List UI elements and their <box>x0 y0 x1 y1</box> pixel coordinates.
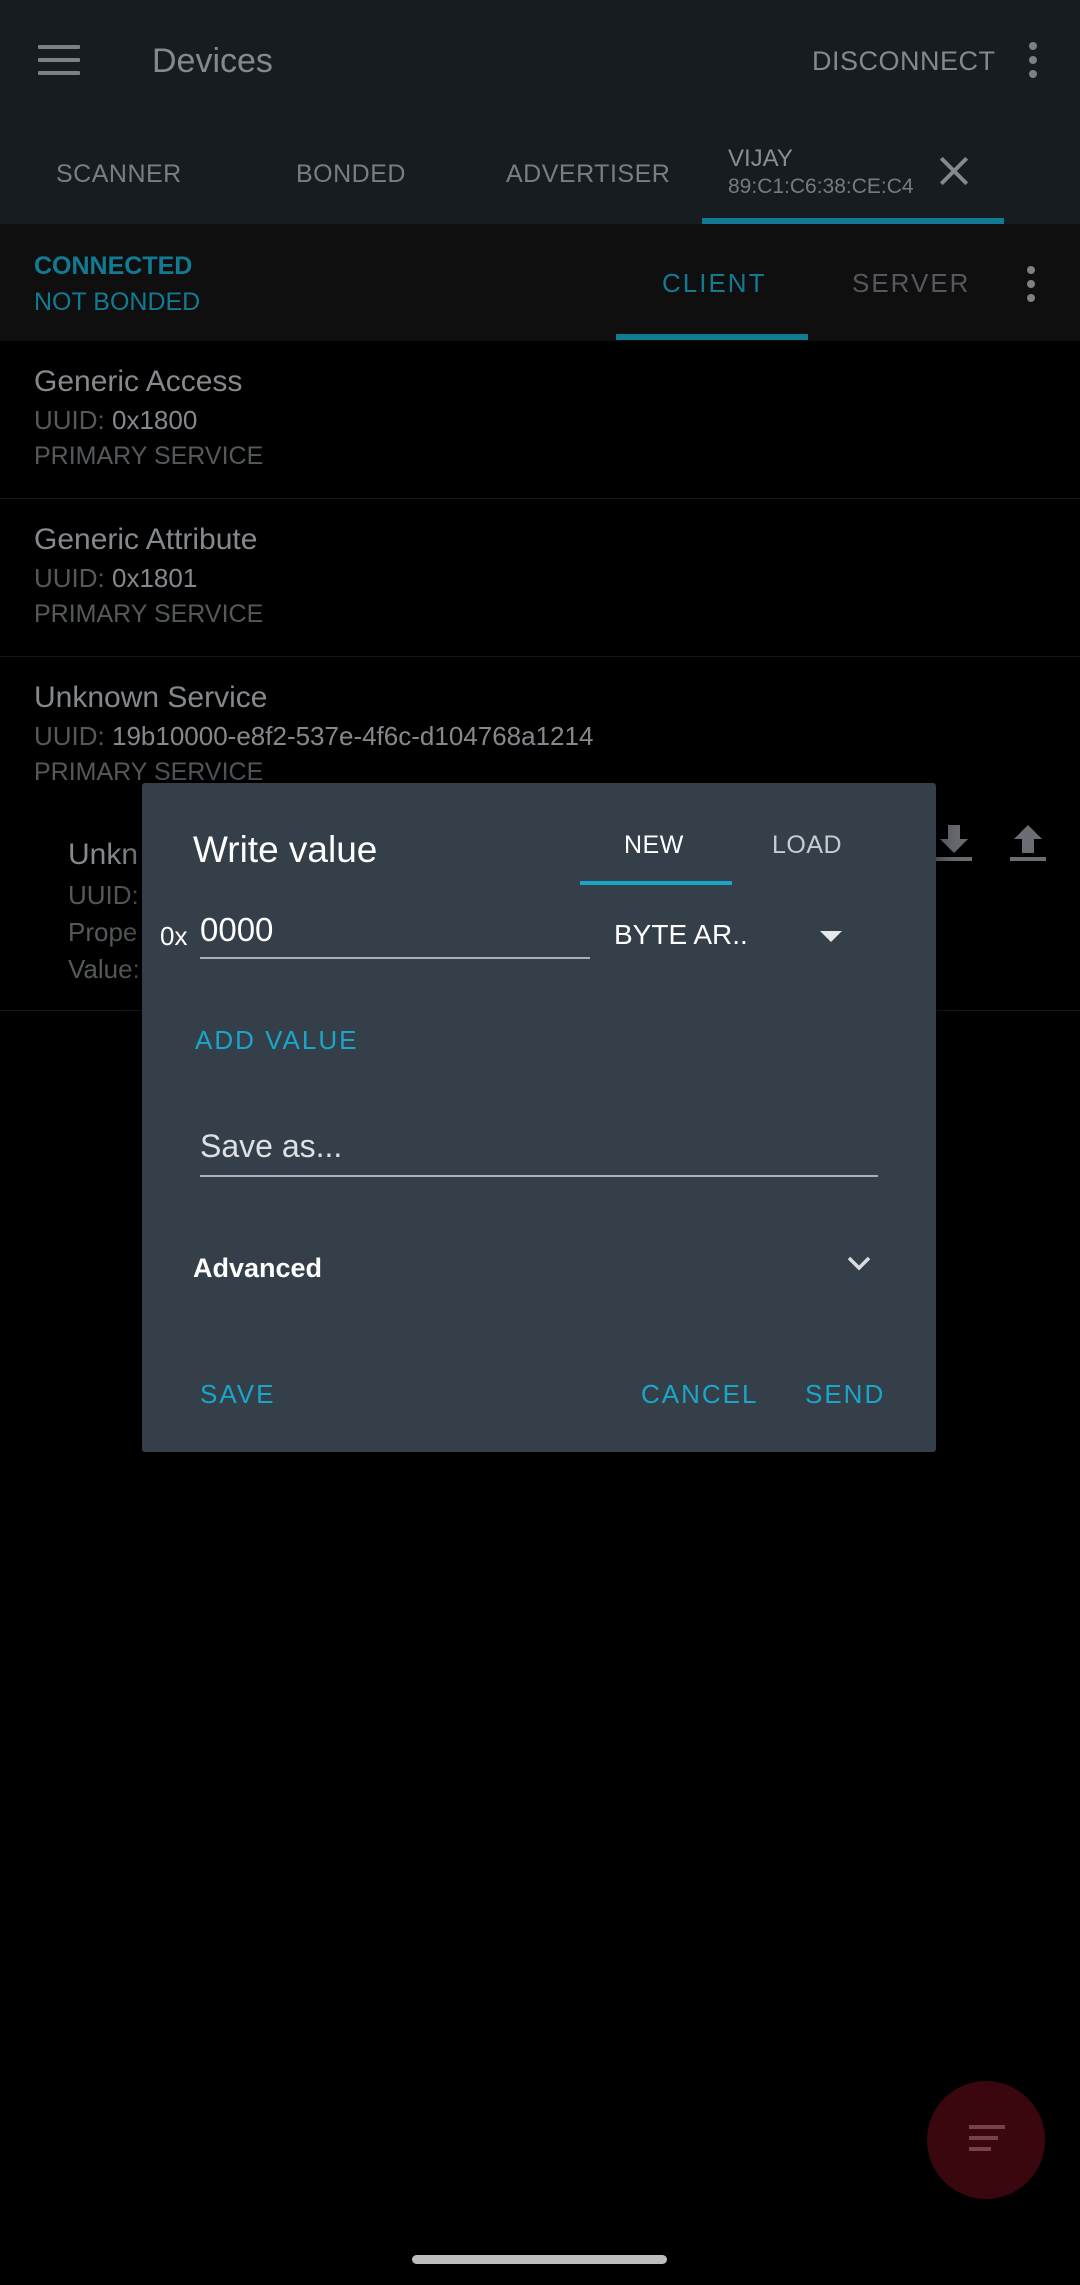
client-tab-indicator <box>616 334 808 340</box>
value-type-select[interactable]: BYTE AR.. <box>614 909 864 959</box>
tab-server[interactable]: SERVER <box>852 268 970 299</box>
overflow-menu-icon[interactable] <box>1028 42 1038 84</box>
tab-load[interactable]: LOAD <box>772 831 842 860</box>
tab-scanner[interactable]: SCANNER <box>56 160 182 189</box>
connection-status-bar: CONNECTED NOT BONDED CLIENT SERVER <box>0 224 1080 341</box>
app-bar: Devices DISCONNECT <box>0 0 1080 125</box>
characteristic-name: Unkn <box>68 838 139 871</box>
service-name: Generic Attribute <box>34 523 258 556</box>
service-uuid: 0x1801 <box>112 563 198 593</box>
hex-prefix: 0x <box>160 921 188 951</box>
add-value-button[interactable]: ADD VALUE <box>195 1025 358 1056</box>
connection-status: CONNECTED <box>34 252 193 280</box>
characteristic-value-label: Value: <box>68 954 140 984</box>
service-uuid: 19b10000-e8f2-537e-4f6c-d104768a1214 <box>112 721 594 751</box>
service-type: PRIMARY SERVICE <box>34 442 264 470</box>
tab-device-mac: 89:C1:C6:38:CE:C4 <box>728 175 914 198</box>
advanced-toggle[interactable]: Advanced <box>193 1245 873 1295</box>
advanced-label: Advanced <box>193 1253 323 1283</box>
chevron-down-icon <box>847 1256 871 1271</box>
uuid-label: UUID: <box>34 563 105 593</box>
download-icon[interactable] <box>932 823 976 863</box>
tab-client[interactable]: CLIENT <box>662 268 766 299</box>
menu-icon[interactable] <box>38 45 80 75</box>
service-uuid: 0x1800 <box>112 405 198 435</box>
close-icon[interactable] <box>938 155 970 187</box>
uuid-label: UUID: <box>34 721 105 751</box>
value-input[interactable] <box>200 909 590 959</box>
home-indicator[interactable] <box>412 2255 667 2264</box>
write-value-dialog: Write value NEW LOAD 0x BYTE AR.. ADD VA… <box>142 783 936 1452</box>
characteristic-uuid-label: UUID: <box>68 880 139 910</box>
upload-icon[interactable] <box>1006 823 1050 863</box>
uuid-label: UUID: <box>34 405 105 435</box>
service-item[interactable]: Generic Attribute UUID: 0x1801 PRIMARY S… <box>0 499 1080 657</box>
cancel-button[interactable]: CANCEL <box>641 1379 758 1410</box>
tab-new[interactable]: NEW <box>624 831 684 860</box>
characteristic-properties-label: Prope <box>68 917 138 947</box>
service-name: Unknown Service <box>34 681 268 714</box>
service-name: Generic Access <box>34 365 243 398</box>
service-type: PRIMARY SERVICE <box>34 600 264 628</box>
save-button[interactable]: SAVE <box>200 1379 275 1410</box>
tab-advertiser[interactable]: ADVERTISER <box>506 160 670 189</box>
log-fab-button[interactable] <box>927 2081 1045 2199</box>
save-as-input[interactable] <box>200 1123 878 1177</box>
dialog-tab-indicator <box>580 881 732 885</box>
bond-status: NOT BONDED <box>34 288 201 316</box>
app-title: Devices <box>152 42 273 80</box>
tab-bonded[interactable]: BONDED <box>296 160 406 189</box>
dropdown-caret-icon <box>820 931 842 942</box>
overflow-menu-icon[interactable] <box>1026 266 1036 308</box>
device-tabs: SCANNER BONDED ADVERTISER VIJAY 89:C1:C6… <box>0 125 1080 224</box>
value-type-label: BYTE AR.. <box>614 919 748 950</box>
tab-device-name[interactable]: VIJAY <box>728 145 793 173</box>
service-item[interactable]: Generic Access UUID: 0x1800 PRIMARY SERV… <box>0 341 1080 499</box>
log-list-icon <box>969 2125 1005 2155</box>
disconnect-button[interactable]: DISCONNECT <box>812 46 996 77</box>
send-button[interactable]: SEND <box>805 1379 885 1410</box>
dialog-title: Write value <box>193 829 378 870</box>
